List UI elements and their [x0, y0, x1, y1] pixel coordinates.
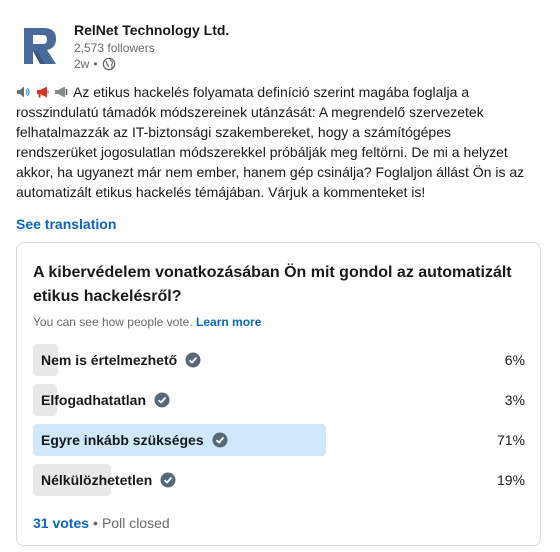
post-meta: 2w •: [74, 56, 229, 72]
vote-count-link[interactable]: 31 votes: [33, 515, 89, 531]
learn-more-link[interactable]: Learn more: [196, 315, 261, 329]
poll-option-percent: 3%: [504, 392, 525, 408]
see-translation-link[interactable]: See translation: [16, 214, 116, 234]
poll-option[interactable]: Egyre inkább szükséges 71%: [33, 424, 525, 456]
post-time: 2w: [74, 57, 90, 71]
poll-question: A kibervédelem vonatkozásában Ön mit gon…: [33, 264, 512, 305]
check-circle-icon: [185, 352, 201, 368]
post-text: Az etikus hackelés folyamata definíció s…: [16, 84, 525, 200]
megaphone-icon: [37, 86, 49, 98]
poll-option-label: Nem is értelmezhető: [41, 352, 178, 368]
check-circle-icon: [212, 432, 228, 448]
poll-status: Poll closed: [101, 515, 170, 531]
speaker-icon: [17, 86, 30, 98]
poll-option-label: Nélkülözhetetlen: [41, 472, 153, 488]
poll-footer: 31 votes • Poll closed: [33, 513, 170, 533]
poll-visibility-note: You can see how people vote. Learn more: [33, 314, 261, 330]
check-circle-icon: [154, 392, 170, 408]
globe-icon: [102, 57, 115, 71]
poll-option-label: Elfogadhatatlan: [41, 392, 147, 408]
poll-option[interactable]: Nélkülözhetetlen 19%: [33, 464, 525, 496]
follower-count: 2,573 followers: [74, 41, 155, 55]
post-card: RelNet Technology Ltd. 2,573 followers 2…: [0, 0, 560, 552]
poll-note-text: You can see how people vote.: [33, 315, 193, 329]
poll-option-percent: 71%: [496, 432, 525, 448]
poll-option[interactable]: Nem is értelmezhető 6%: [33, 344, 525, 376]
company-name[interactable]: RelNet Technology Ltd.: [74, 20, 229, 40]
post-body: Az etikus hackelés folyamata definíció s…: [16, 82, 532, 202]
poll-option-percent: 6%: [504, 352, 525, 368]
meta-bullet: •: [93, 57, 98, 71]
loudspeaker-icon: [55, 86, 68, 98]
check-circle-icon: [160, 472, 176, 488]
footer-bullet: •: [93, 515, 98, 531]
poll-container: A kibervédelem vonatkozásában Ön mit gon…: [16, 242, 541, 546]
company-logo[interactable]: [16, 20, 64, 68]
poll-option-percent: 19%: [496, 472, 525, 488]
poll-option[interactable]: Elfogadhatatlan 3%: [33, 384, 525, 416]
poll-option-label: Egyre inkább szükséges: [41, 432, 204, 448]
post-header: RelNet Technology Ltd. 2,573 followers 2…: [16, 16, 536, 72]
